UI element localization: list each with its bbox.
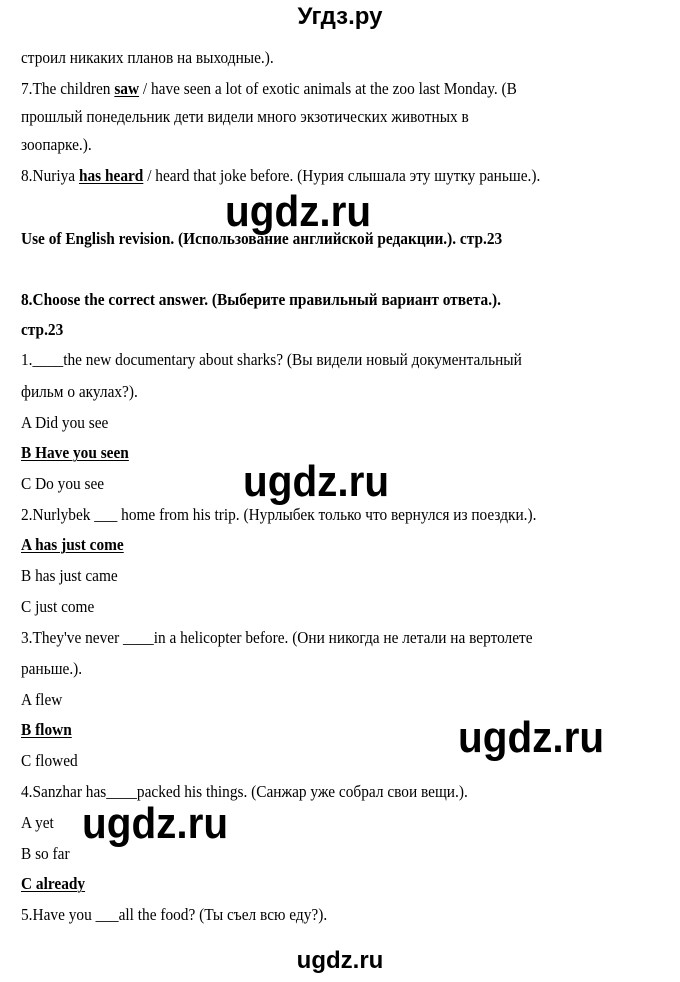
watermark: ugdz.ru: [458, 713, 605, 762]
question-1-option-c: C Do you see: [21, 474, 105, 493]
exercise-page: стр.23: [21, 320, 64, 339]
item-7-translation-line2: прошлый понедельник дети видели много эк…: [21, 107, 469, 126]
item-7-pre: The children: [32, 79, 115, 98]
item-7-answer: saw: [114, 79, 140, 98]
question-3-option-b-correct: B flown: [21, 720, 72, 739]
question-3-option-c: C flowed: [21, 751, 78, 770]
footer-site-name: ugdz.ru: [296, 947, 384, 974]
item-7: 7.The children saw / have seen a lot of …: [21, 79, 517, 99]
item-7-translation-line3: зоопарке.).: [21, 135, 92, 154]
question-1-text-line2: фильм о акулах?).: [21, 382, 138, 401]
question-3-text: 3.They've never ____in a helicopter befo…: [21, 628, 533, 647]
exercise-title: 8.Choose the correct answer. (Выберите п…: [21, 290, 501, 309]
question-2-option-b: B has just came: [21, 566, 118, 585]
watermark: ugdz.ru: [82, 799, 229, 848]
question-1-option-b-correct: B Have you seen: [21, 443, 129, 462]
question-2-text: 2.Nurlybek ___ home from his trip. (Нурл…: [21, 505, 537, 524]
watermark: ugdz.ru: [243, 457, 390, 506]
question-2-option-c: C just come: [21, 597, 95, 616]
item-8-number: 8.: [21, 166, 33, 185]
question-5-text: 5.Have you ___all the food? (Ты съел всю…: [21, 905, 328, 924]
site-title: Угдз.ру: [297, 3, 383, 30]
question-2-option-a-correct: A has just come: [21, 535, 124, 554]
item-8-post: / heard that joke before. (Нурия слышала…: [143, 166, 541, 185]
question-4-option-b: B so far: [21, 844, 70, 863]
item-8-answer: has heard: [78, 166, 144, 185]
question-4-option-c-correct: C already: [21, 874, 86, 893]
previous-item-tail: строил никаких планов на выходные.).: [21, 48, 274, 67]
item-7-number: 7.: [21, 79, 33, 98]
question-3-text-line2: раньше.).: [21, 659, 83, 678]
question-4-option-a: A yet: [21, 813, 54, 832]
watermark: ugdz.ru: [225, 187, 372, 236]
section-title: Use of English revision. (Использование …: [21, 229, 503, 248]
question-1-text: 1.____the new documentary about sharks? …: [21, 350, 522, 369]
question-1-option-a: A Did you see: [21, 413, 109, 432]
question-3-option-a: A flew: [21, 690, 63, 709]
item-7-post: / have seen a lot of exotic animals at t…: [139, 79, 517, 98]
item-8: 8.Nuriya has heard / heard that joke bef…: [21, 166, 540, 186]
item-8-pre: Nuriya: [32, 166, 79, 185]
